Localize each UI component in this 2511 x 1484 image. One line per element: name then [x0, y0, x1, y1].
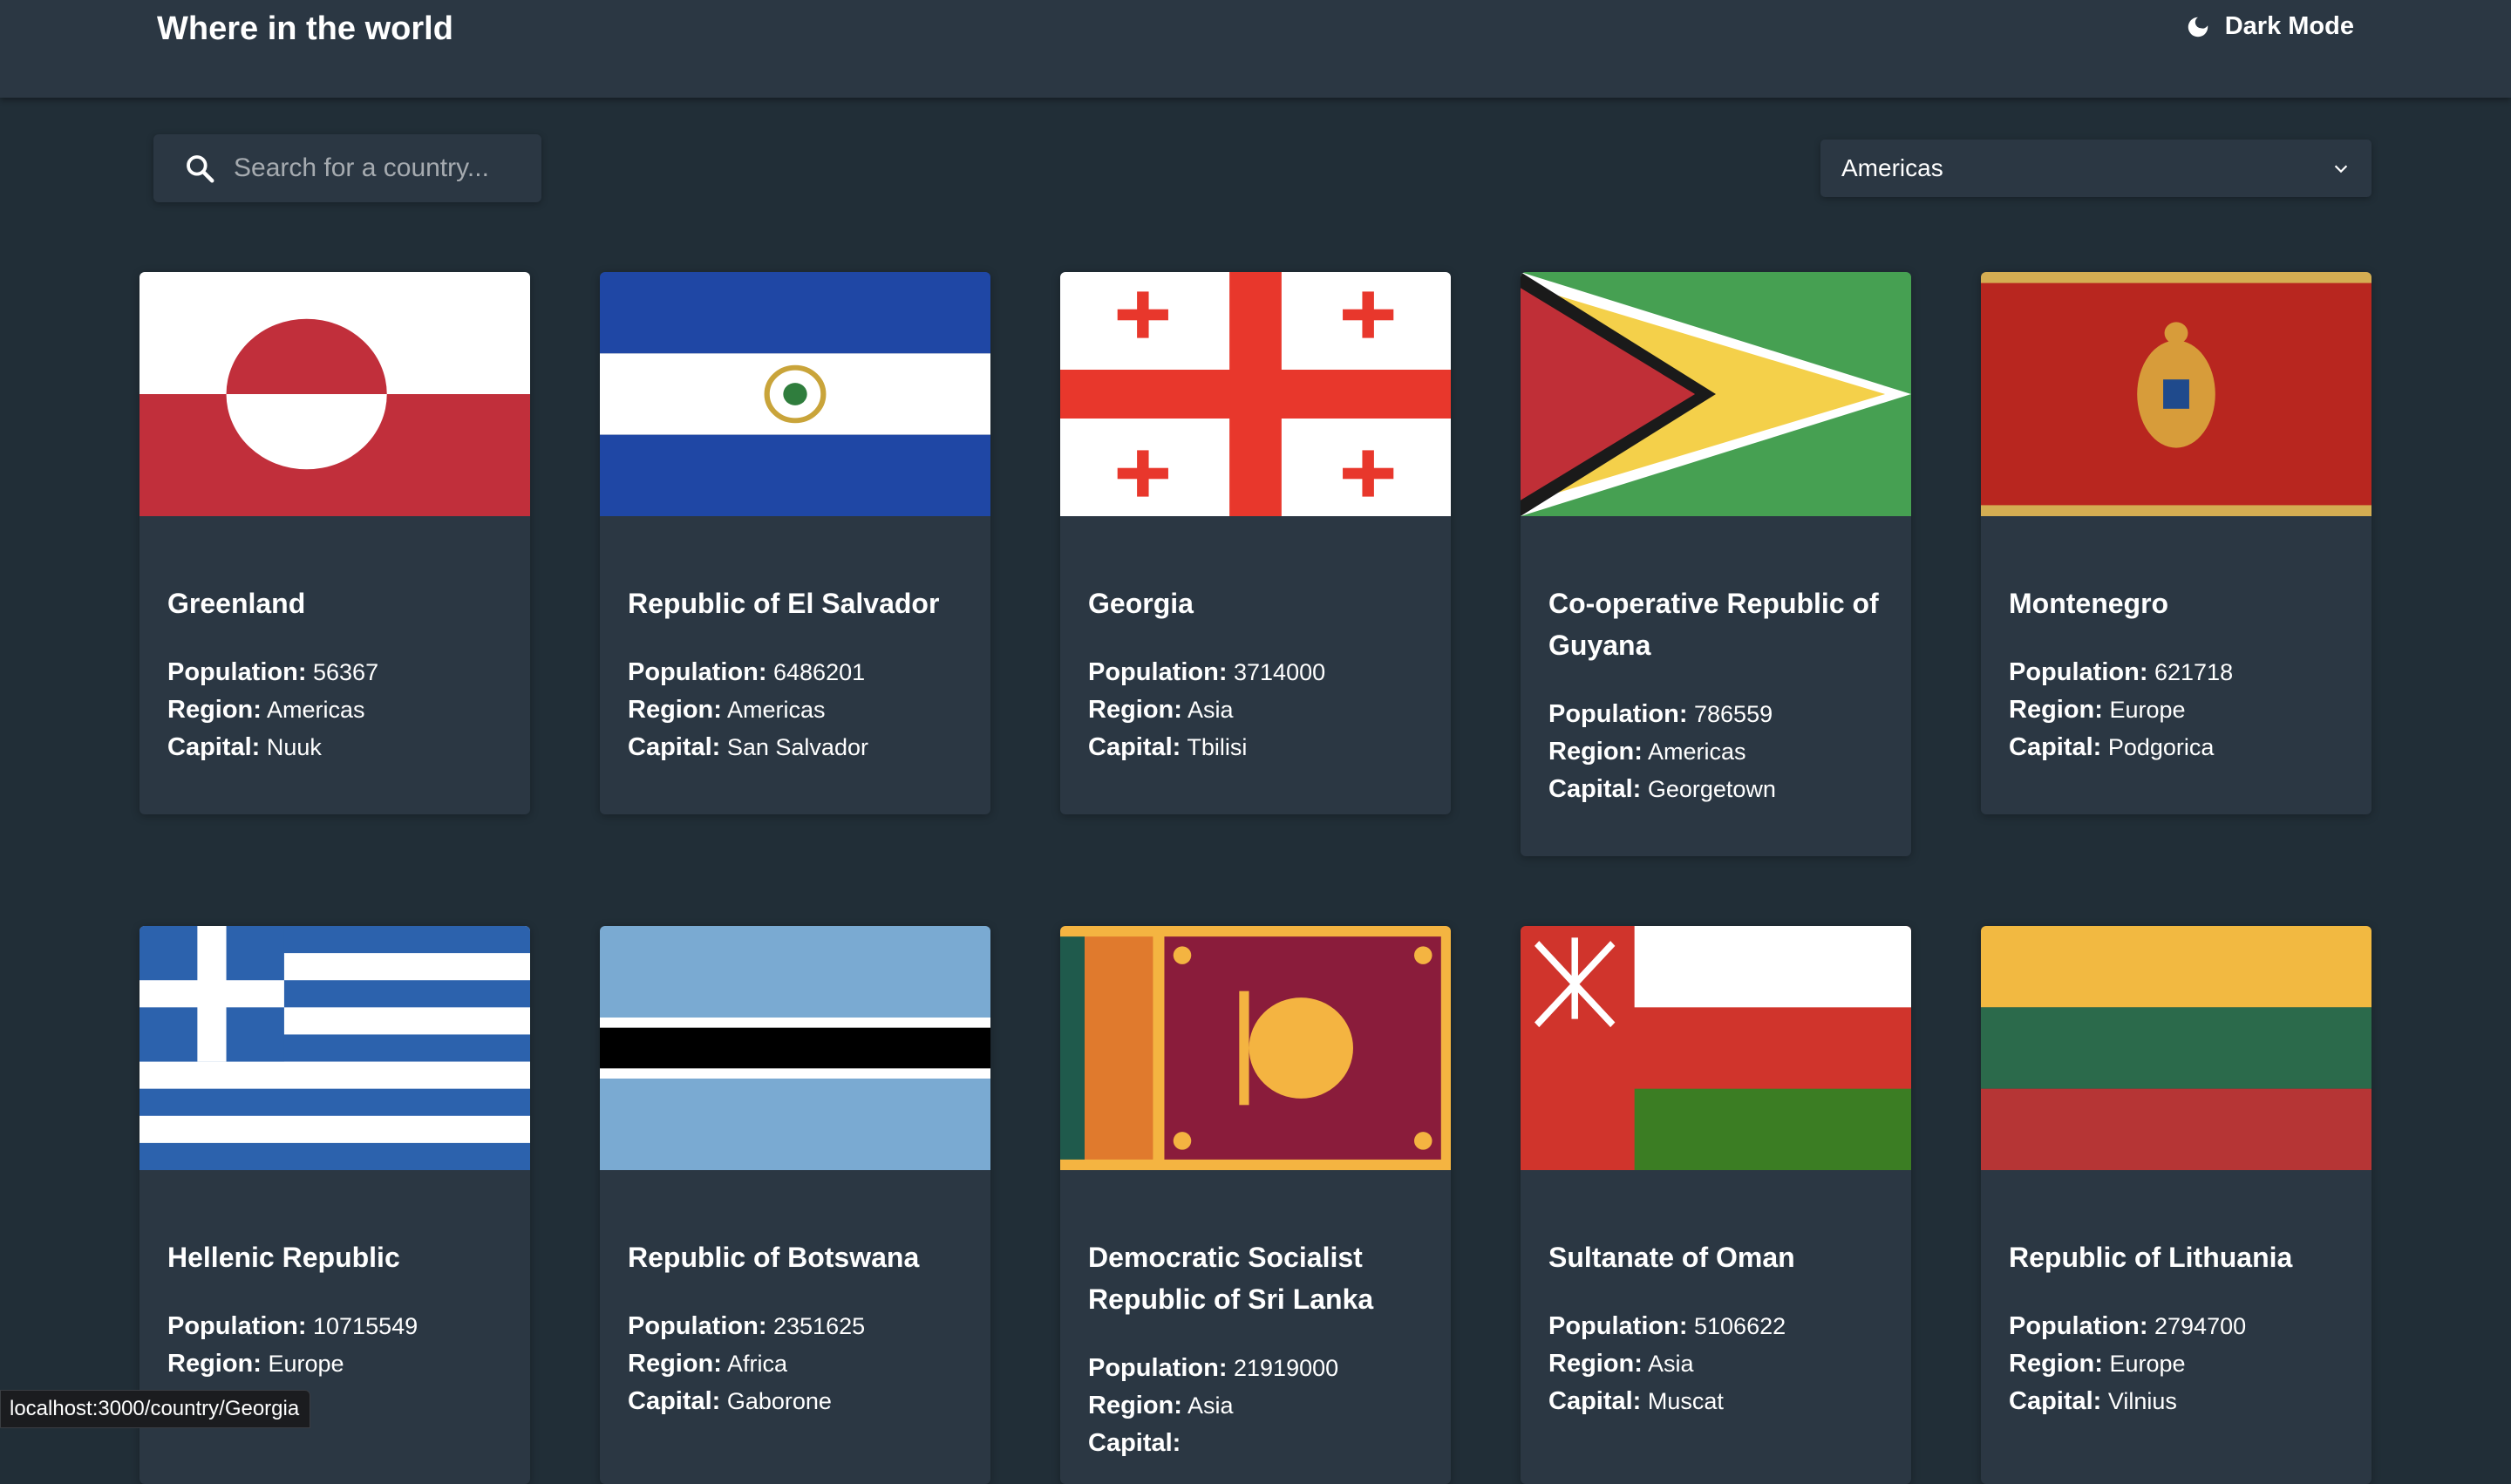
region-label: Region: — [2009, 1350, 2103, 1378]
capital-value: Gaborone — [726, 1388, 832, 1414]
capital-label: Capital: — [1088, 1429, 1181, 1457]
country-card[interactable]: Georgia Population: 3714000 Region: Asia… — [1060, 272, 1451, 814]
population-value: 21919000 — [1234, 1355, 1339, 1381]
population-label: Population: — [628, 658, 767, 686]
region-value: Americas — [266, 697, 365, 723]
capital-value: Podgorica — [2107, 734, 2215, 760]
region-label: Region: — [167, 696, 262, 724]
moon-icon — [2188, 17, 2208, 37]
region-label: Region: — [1548, 1350, 1643, 1378]
country-card[interactable]: Republic of Lithuania Population: 279470… — [1981, 926, 2372, 1484]
flag-sri-lanka — [1060, 926, 1451, 1170]
dark-mode-label: Dark Mode — [2224, 12, 2354, 40]
region-value: Asia — [1187, 1392, 1234, 1419]
flag-el-salvador — [600, 272, 990, 516]
population-label: Population: — [1088, 658, 1228, 686]
capital-label: Capital: — [2009, 1387, 2102, 1415]
capital-value: Vilnius — [2107, 1388, 2177, 1414]
region-value: Asia — [1187, 697, 1234, 723]
capital-value: Georgetown — [1647, 776, 1776, 802]
country-name: Montenegro — [2009, 588, 2169, 619]
capital-label: Capital: — [1548, 1387, 1642, 1415]
population-value: 3714000 — [1234, 659, 1326, 685]
population-value: 2794700 — [2154, 1313, 2247, 1339]
population-value: 6486201 — [773, 659, 866, 685]
country-card[interactable]: Co-operative Republic of Guyana Populati… — [1521, 272, 1911, 856]
population-label: Population: — [167, 658, 307, 686]
population-label: Population: — [628, 1312, 767, 1340]
flag-oman — [1521, 926, 1911, 1170]
capital-label: Capital: — [1088, 733, 1181, 761]
country-card[interactable]: Greenland Population: 56367 Region: Amer… — [140, 272, 530, 814]
flag-greece — [140, 926, 530, 1170]
capital-label: Capital: — [1548, 775, 1642, 803]
region-label: Region: — [628, 696, 722, 724]
region-label: Region: — [167, 1350, 262, 1378]
region-value: Americas — [726, 697, 826, 723]
region-value: Africa — [726, 1351, 787, 1377]
country-name: Sultanate of Oman — [1548, 1242, 1795, 1273]
population-label: Population: — [1088, 1354, 1228, 1382]
population-label: Population: — [167, 1312, 307, 1340]
flag-lithuania — [1981, 926, 2372, 1170]
capital-value: San Salvador — [726, 734, 868, 760]
population-label: Population: — [1548, 1312, 1688, 1340]
region-value: Europe — [2109, 697, 2186, 723]
search-icon — [187, 155, 214, 183]
region-filter-select[interactable]: Americas — [1820, 140, 2372, 197]
country-name: Greenland — [167, 588, 306, 619]
region-label: Region: — [1548, 738, 1643, 766]
flag-botswana — [600, 926, 990, 1170]
population-value: 10715549 — [313, 1313, 418, 1339]
app-title: Where in the world — [157, 10, 453, 47]
country-card[interactable]: Democratic Socialist Republic of Sri Lan… — [1060, 926, 1451, 1484]
population-value: 621718 — [2154, 659, 2234, 685]
region-label: Region: — [1088, 1392, 1182, 1419]
country-card[interactable]: Montenegro Population: 621718 Region: Eu… — [1981, 272, 2372, 814]
capital-value: Nuuk — [266, 734, 322, 760]
capital-label: Capital: — [2009, 733, 2102, 761]
country-name: Republic of Lithuania — [2009, 1242, 2293, 1273]
flag-greenland — [140, 272, 530, 516]
search-input[interactable] — [232, 153, 523, 184]
country-name: Co-operative Republic of Guyana — [1548, 588, 1879, 661]
status-bar-url: localhost:3000/country/Georgia — [0, 1390, 311, 1428]
country-card[interactable]: Republic of El Salvador Population: 6486… — [600, 272, 990, 814]
country-name: Republic of El Salvador — [628, 588, 940, 619]
region-value: Europe — [268, 1351, 344, 1377]
search-box[interactable] — [153, 134, 541, 202]
capital-value: Muscat — [1647, 1388, 1724, 1414]
region-label: Region: — [1088, 696, 1182, 724]
population-label: Population: — [2009, 1312, 2148, 1340]
capital-label: Capital: — [628, 1387, 721, 1415]
population-value: 2351625 — [773, 1313, 866, 1339]
country-name: Republic of Botswana — [628, 1242, 920, 1273]
country-name: Hellenic Republic — [167, 1242, 400, 1273]
chevron-down-icon — [2334, 165, 2348, 174]
capital-value: Tbilisi — [1187, 734, 1248, 760]
population-value: 5106622 — [1694, 1313, 1786, 1339]
flag-montenegro — [1981, 272, 2372, 516]
flag-georgia — [1060, 272, 1451, 516]
country-name: Democratic Socialist Republic of Sri Lan… — [1088, 1242, 1374, 1315]
population-label: Population: — [2009, 658, 2148, 686]
region-filter-value: Americas — [1841, 154, 1943, 181]
app-header: Where in the world Dark Mode — [0, 0, 2511, 98]
region-value: Asia — [1647, 1351, 1694, 1377]
country-card[interactable]: Republic of Botswana Population: 2351625… — [600, 926, 990, 1484]
dark-mode-toggle[interactable]: Dark Mode — [2185, 12, 2354, 41]
region-value: Europe — [2109, 1351, 2186, 1377]
region-label: Region: — [2009, 696, 2103, 724]
capital-label: Capital: — [628, 733, 721, 761]
flag-guyana — [1521, 272, 1911, 516]
country-card[interactable]: Sultanate of Oman Population: 5106622 Re… — [1521, 926, 1911, 1484]
population-label: Population: — [1548, 700, 1688, 728]
region-value: Americas — [1647, 739, 1746, 765]
population-value: 56367 — [313, 659, 379, 685]
country-name: Georgia — [1088, 588, 1194, 619]
population-value: 786559 — [1694, 701, 1773, 727]
capital-label: Capital: — [167, 733, 261, 761]
region-label: Region: — [628, 1350, 722, 1378]
